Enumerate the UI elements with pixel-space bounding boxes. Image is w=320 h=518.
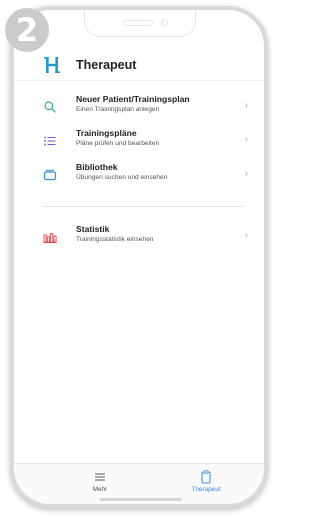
bottom-tab-bar: Mehr Therapeut bbox=[14, 463, 264, 504]
page-title: Therapeut bbox=[76, 58, 137, 72]
menu-item-title: Trainingspläne bbox=[76, 128, 137, 138]
library-icon bbox=[43, 168, 57, 182]
speaker-grille bbox=[123, 20, 153, 26]
h-logo-icon bbox=[44, 55, 60, 80]
clipboard-icon bbox=[176, 470, 236, 484]
tab-label: Mehr bbox=[92, 486, 108, 493]
chevron-right-icon: › bbox=[244, 100, 248, 111]
app-header: Therapeut bbox=[14, 52, 264, 81]
menu-item-statistics[interactable]: Statistik Trainingsstatistik einsehen › bbox=[14, 220, 264, 256]
search-icon bbox=[43, 100, 57, 114]
step-number-badge: 2 bbox=[5, 8, 49, 52]
chevron-right-icon: › bbox=[244, 230, 248, 241]
menu-item-new-patient[interactable]: Neuer Patient/Trainingsplan Einen Traini… bbox=[14, 90, 264, 126]
chevron-right-icon: › bbox=[244, 168, 248, 179]
menu-item-title: Statistik bbox=[76, 224, 110, 234]
chevron-right-icon: › bbox=[244, 134, 248, 145]
menu-item-subtitle: Einen Trainingsplan anlegen bbox=[76, 106, 160, 113]
menu-item-library[interactable]: Bibliothek Übungen suchen und einsehen › bbox=[14, 158, 264, 194]
tab-label: Therapeut bbox=[191, 486, 221, 493]
menu-item-subtitle: Übungen suchen und einsehen bbox=[76, 174, 168, 181]
menu-item-title: Bibliothek bbox=[76, 162, 118, 172]
front-camera bbox=[161, 19, 168, 26]
phone-notch bbox=[84, 10, 196, 37]
tab-mehr[interactable]: Mehr bbox=[70, 470, 130, 500]
menu-item-subtitle: Trainingsstatistik einsehen bbox=[76, 236, 154, 243]
home-indicator bbox=[100, 498, 182, 501]
menu-item-title: Neuer Patient/Trainingsplan bbox=[76, 94, 190, 104]
tab-therapeut[interactable]: Therapeut bbox=[176, 470, 236, 500]
hamburger-icon bbox=[70, 470, 130, 484]
phone-screen: Therapeut Neuer Patient/Trainingsplan Ei… bbox=[14, 10, 264, 504]
bar-chart-icon bbox=[43, 230, 57, 244]
list-icon bbox=[43, 134, 57, 148]
phone-frame: Therapeut Neuer Patient/Trainingsplan Ei… bbox=[10, 6, 268, 508]
section-divider bbox=[42, 206, 244, 207]
menu-item-subtitle: Pläne prüfen und bearbeiten bbox=[76, 140, 160, 147]
menu-item-training-plans[interactable]: Trainingspläne Pläne prüfen und bearbeit… bbox=[14, 124, 264, 160]
